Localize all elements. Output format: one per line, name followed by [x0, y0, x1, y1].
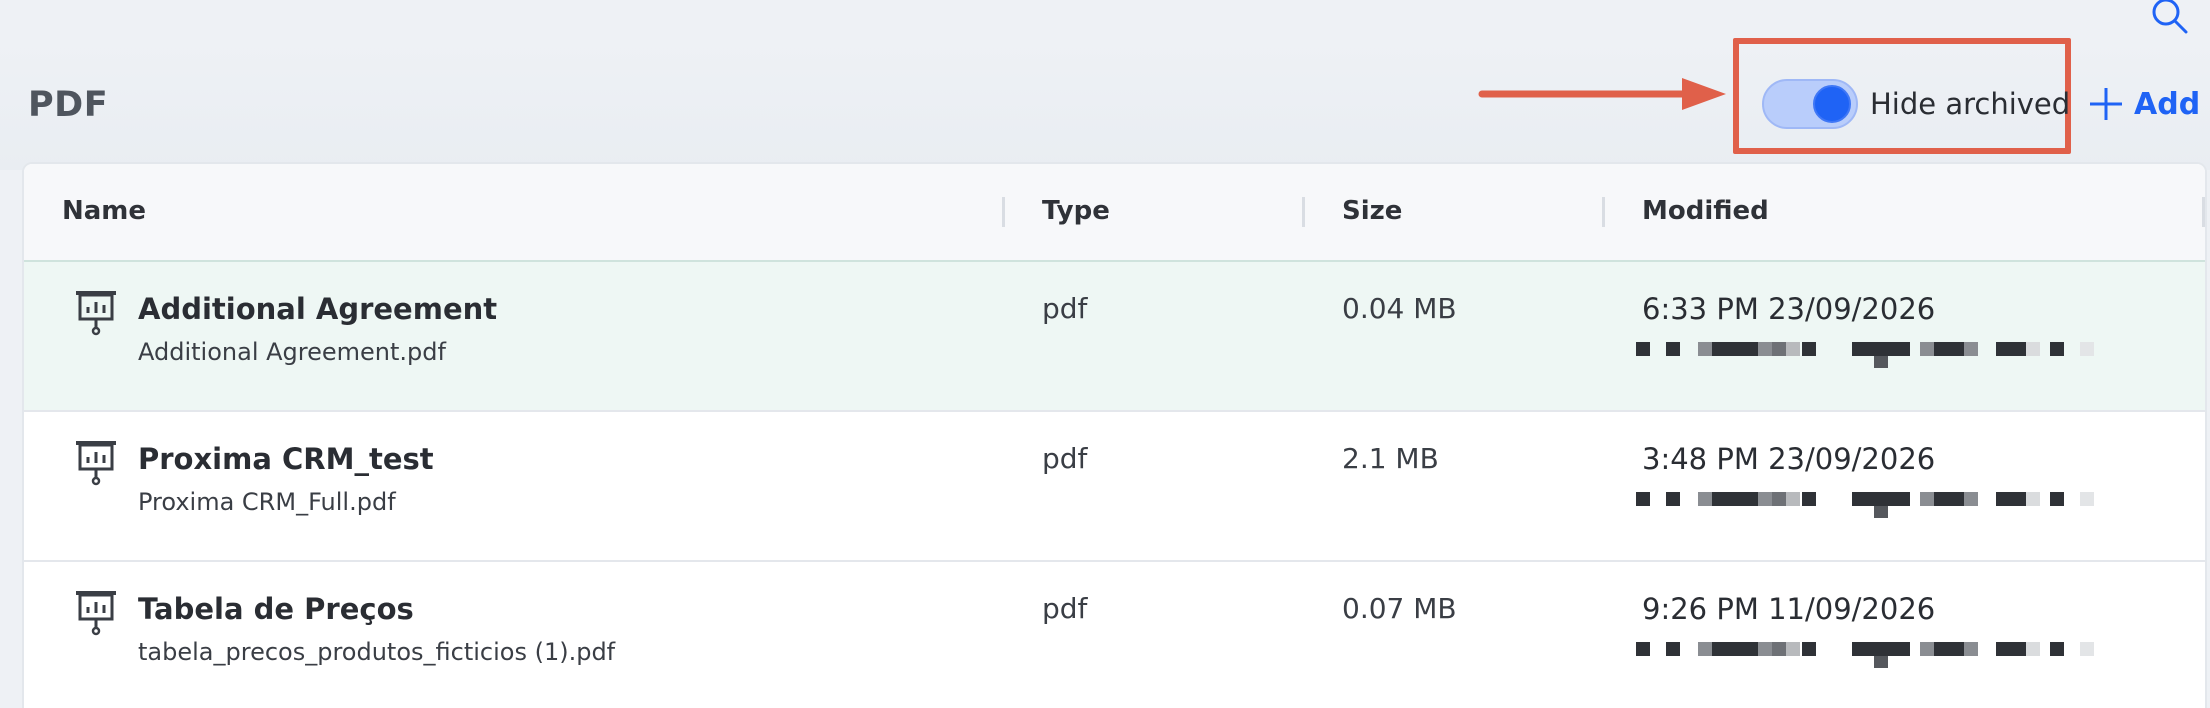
hide-archived-label: Hide archived [1870, 87, 2071, 121]
row-title[interactable]: Tabela de Preços [138, 592, 414, 626]
row-filename: tabela_precos_produtos_ficticios (1).pdf [138, 638, 616, 666]
add-button[interactable]: Add [2088, 84, 2200, 124]
row-title[interactable]: Additional Agreement [138, 292, 497, 326]
redacted-text [1636, 342, 2094, 368]
hide-archived-toggle[interactable]: Hide archived [1762, 78, 2070, 130]
add-button-label: Add [2134, 86, 2201, 122]
row-filename: Proxima CRM_Full.pdf [138, 488, 396, 516]
column-header-modified[interactable]: Modified [1642, 196, 1769, 226]
table-row[interactable]: Additional Agreement Additional Agreemen… [24, 262, 2205, 412]
row-size: 0.07 MB [1342, 592, 1457, 625]
row-size: 2.1 MB [1342, 442, 1439, 475]
row-type: pdf [1042, 442, 1088, 475]
table-header: Name Type Size Modified [24, 164, 2205, 262]
column-resize-handle[interactable] [1602, 197, 1605, 227]
presentation-chart-icon [76, 591, 116, 636]
page-title: PDF [28, 85, 109, 125]
column-resize-handle[interactable] [1002, 197, 1005, 227]
annotation-arrow [1478, 78, 1726, 110]
toggle-switch[interactable] [1762, 79, 1858, 129]
search-icon [2152, 0, 2188, 34]
column-header-type[interactable]: Type [1042, 196, 1110, 226]
presentation-chart-icon [76, 441, 116, 486]
column-resize-handle[interactable] [1302, 197, 1305, 227]
column-header-name[interactable]: Name [62, 196, 146, 226]
column-resize-handle[interactable] [2202, 197, 2205, 227]
search-button[interactable] [2146, 0, 2190, 34]
table-row[interactable]: Proxima CRM_test Proxima CRM_Full.pdf pd… [24, 412, 2205, 562]
row-type: pdf [1042, 292, 1088, 325]
table-row[interactable]: Tabela de Preços tabela_precos_produtos_… [24, 562, 2205, 708]
presentation-chart-icon [76, 291, 116, 336]
files-table: Name Type Size Modified Additional Agree… [22, 162, 2207, 708]
toggle-knob [1813, 85, 1851, 123]
row-size: 0.04 MB [1342, 292, 1457, 325]
column-header-size[interactable]: Size [1342, 196, 1402, 226]
row-modified: 3:48 PM 23/09/2026 [1642, 442, 1936, 476]
row-modified: 6:33 PM 23/09/2026 [1642, 292, 1936, 326]
file-list-page: PDF Hide archived Add Name Type Size Mod… [0, 0, 2210, 708]
row-type: pdf [1042, 592, 1088, 625]
plus-icon [2090, 88, 2122, 120]
row-modified: 9:26 PM 11/09/2026 [1642, 592, 1936, 626]
row-title[interactable]: Proxima CRM_test [138, 442, 434, 476]
row-filename: Additional Agreement.pdf [138, 338, 446, 366]
redacted-text [1636, 492, 2094, 518]
redacted-text [1636, 642, 2094, 668]
